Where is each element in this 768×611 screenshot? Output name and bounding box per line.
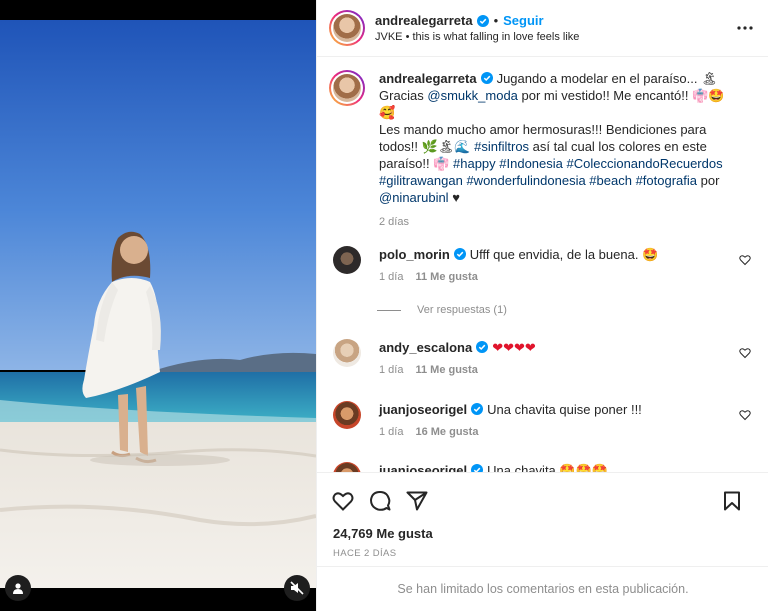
- comment-text: polo_morin Ufff que envidia, de la buena.…: [379, 246, 658, 263]
- like-button[interactable]: [331, 489, 355, 513]
- avatar[interactable]: [333, 462, 361, 472]
- replies-divider: [377, 309, 401, 311]
- beach-video-frame[interactable]: [0, 20, 316, 588]
- comment-likes[interactable]: 16 Me gusta: [415, 426, 478, 438]
- caption-line-1: Jugando a modelar en el paraíso... 🏝: [496, 71, 718, 86]
- bookmark-icon: [724, 491, 740, 511]
- post-timestamp[interactable]: HACE 2 DÍAS: [333, 548, 397, 559]
- comment-username[interactable]: polo_morin: [379, 247, 450, 262]
- follow-button[interactable]: Seguir: [503, 13, 543, 28]
- comment-username[interactable]: andy_escalona: [379, 340, 472, 355]
- caption-timestamp[interactable]: 2 días: [379, 214, 745, 231]
- more-options-icon: [737, 26, 753, 30]
- comment-time[interactable]: 1 día: [379, 271, 403, 283]
- author-info: andrealegarreta • Seguir JVKE • this is …: [375, 13, 579, 43]
- post-actions-bar: [317, 472, 768, 528]
- comment-body: Ufff que envidia, de la buena. 🤩: [469, 247, 659, 262]
- post-video[interactable]: [0, 0, 316, 611]
- comment-likes[interactable]: 11 Me gusta: [415, 364, 477, 376]
- speaker-muted-icon: [290, 581, 304, 595]
- caption-line-2-end: por mi vestido!! Me encantó!! 👘🤩: [517, 88, 725, 103]
- verified-badge-icon: [471, 403, 484, 415]
- mention-link[interactable]: @ninarubinl: [379, 190, 449, 205]
- comment-time[interactable]: 1 día: [379, 364, 403, 376]
- author-username[interactable]: andrealegarreta: [375, 13, 473, 28]
- avatar[interactable]: [333, 246, 361, 274]
- comment-body: ❤❤❤❤: [492, 340, 536, 355]
- comments-list[interactable]: andrealegarreta Jugando a modelar en el …: [317, 58, 768, 472]
- view-replies-button[interactable]: Ver respuestas (1): [377, 304, 507, 316]
- comment-body: Una chavita 🤩🤩🤩: [487, 463, 608, 472]
- verified-badge-icon: [480, 72, 493, 84]
- comment-time[interactable]: 1 día: [379, 426, 403, 438]
- comment-item: polo_morin Ufff que envidia, de la buena.…: [333, 246, 753, 283]
- heart-icon: [332, 491, 354, 511]
- avatar[interactable]: [333, 401, 361, 429]
- paper-plane-icon: [406, 491, 428, 510]
- comment-username[interactable]: juanjoseorigel: [379, 463, 467, 472]
- instagram-post-modal: andrealegarreta • Seguir JVKE • this is …: [0, 0, 768, 611]
- caption-por: por: [697, 173, 720, 188]
- audio-track-link[interactable]: JVKE • this is what falling in love feel…: [375, 31, 579, 43]
- hashtag-link[interactable]: #sinfiltros: [474, 139, 529, 154]
- user-tag-icon: [13, 583, 23, 594]
- likes-count[interactable]: 24,769 Me gusta: [333, 526, 433, 541]
- like-comment-heart-icon[interactable]: [739, 347, 751, 359]
- mute-toggle-button[interactable]: [284, 575, 310, 601]
- more-options-button[interactable]: [735, 18, 755, 38]
- like-comment-heart-icon[interactable]: [739, 409, 751, 421]
- post-caption: andrealegarreta Jugando a modelar en el …: [329, 70, 749, 231]
- caption-username[interactable]: andrealegarreta: [379, 71, 477, 86]
- caption-text: andrealegarreta Jugando a modelar en el …: [379, 70, 745, 231]
- author-avatar[interactable]: [329, 10, 365, 46]
- caption-line-2: Gracias: [379, 88, 428, 103]
- comment-username[interactable]: juanjoseorigel: [379, 402, 467, 417]
- like-comment-heart-icon[interactable]: [739, 254, 751, 266]
- caption-avatar[interactable]: [329, 70, 365, 106]
- caption-heart: ♥: [448, 190, 460, 205]
- comment-text: juanjoseorigel Una chavita quise poner !!…: [379, 401, 642, 418]
- comment-text: andy_escalona ❤❤❤❤: [379, 339, 536, 356]
- post-details-panel: andrealegarreta • Seguir JVKE • this is …: [316, 0, 768, 611]
- comment-item: juanjoseorigel Una chavita quise poner !!…: [333, 401, 753, 438]
- view-replies-label: Ver respuestas (1): [417, 304, 507, 316]
- verified-badge-icon: [476, 14, 489, 27]
- verified-badge-icon: [476, 341, 489, 353]
- comment-body: Una chavita quise poner !!!: [487, 402, 642, 417]
- separator-dot: •: [493, 13, 499, 28]
- comment-text: juanjoseorigel Una chavita 🤩🤩🤩: [379, 462, 608, 472]
- tagged-users-button[interactable]: [5, 575, 31, 601]
- verified-badge-icon: [471, 464, 484, 472]
- caption-emoji-line: 🥰: [379, 105, 396, 120]
- comment-item: andy_escalona ❤❤❤❤ 1 día 11 Me gusta: [333, 339, 753, 376]
- post-header: andrealegarreta • Seguir JVKE • this is …: [317, 0, 768, 57]
- share-button[interactable]: [405, 489, 429, 513]
- comment-button[interactable]: [368, 489, 392, 513]
- comment-bubble-icon: [370, 490, 391, 511]
- save-button[interactable]: [720, 489, 744, 513]
- comment-item: juanjoseorigel Una chavita 🤩🤩🤩: [333, 462, 753, 472]
- comment-likes[interactable]: 11 Me gusta: [415, 271, 477, 283]
- comments-limited-notice: Se han limitado los comentarios en esta …: [317, 566, 768, 611]
- avatar[interactable]: [333, 339, 361, 367]
- verified-badge-icon: [453, 248, 466, 260]
- mention-link[interactable]: @smukk_moda: [427, 88, 518, 103]
